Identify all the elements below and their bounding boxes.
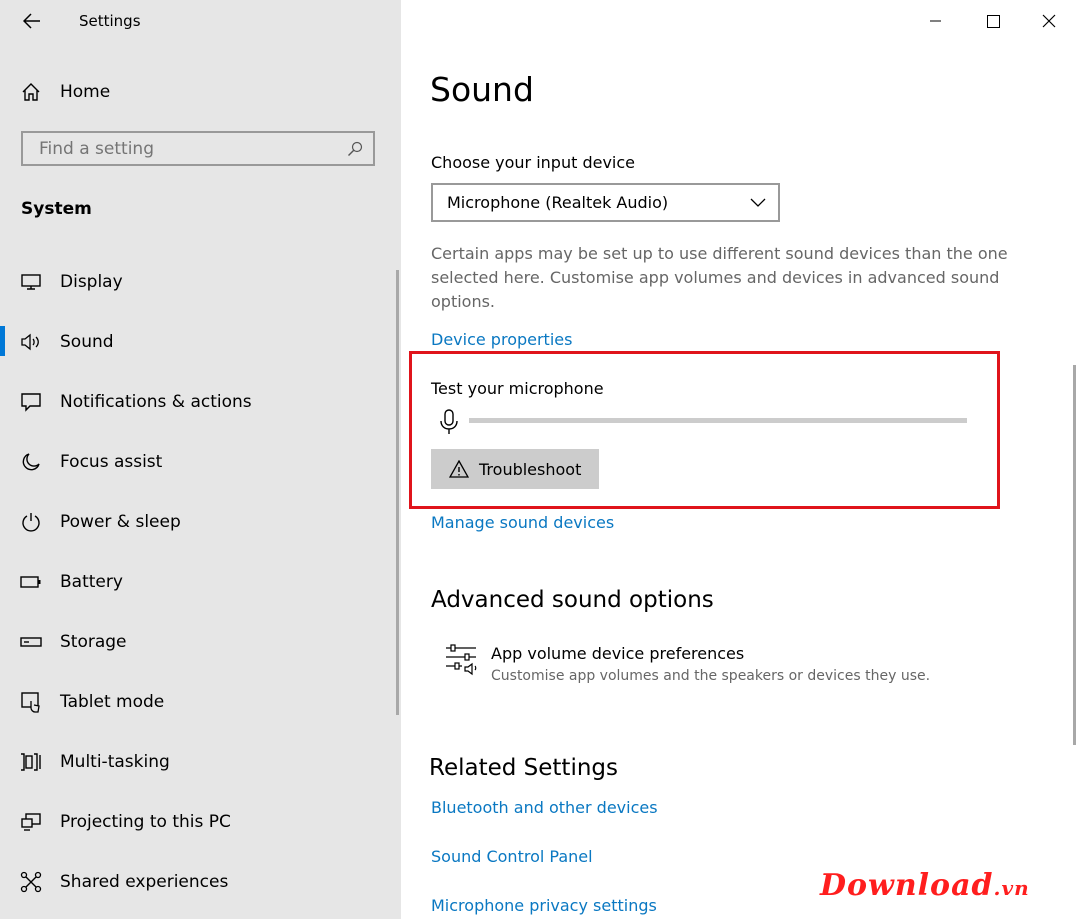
minimize-button[interactable] — [908, 0, 964, 42]
battery-icon — [20, 571, 42, 593]
sidebar-item-tablet-mode[interactable]: Tablet mode — [0, 682, 401, 722]
back-button[interactable] — [20, 10, 44, 32]
sidebar-item-power-sleep[interactable]: Power & sleep — [0, 502, 401, 542]
sidebar-item-projecting[interactable]: Projecting to this PC — [0, 802, 401, 842]
notification-icon — [20, 391, 42, 413]
input-device-description: Certain apps may be set up to use differ… — [431, 244, 1008, 311]
sidebar-item-battery[interactable]: Battery — [0, 562, 401, 602]
sidebar-item-display[interactable]: Display — [0, 262, 401, 302]
sidebar-scrollbar[interactable] — [396, 270, 399, 715]
sidebar-item-sound[interactable]: Sound — [0, 322, 401, 362]
sidebar-item-label: Tablet mode — [60, 692, 165, 712]
input-device-selected: Microphone (Realtek Audio) — [447, 193, 669, 212]
chevron-down-icon — [750, 198, 766, 207]
maximize-button[interactable] — [965, 0, 1021, 42]
search-box[interactable] — [21, 131, 375, 166]
sidebar-item-label: Home — [60, 82, 111, 102]
main-scrollbar[interactable] — [1073, 365, 1076, 745]
power-icon — [20, 511, 42, 533]
sidebar-item-label: Shared experiences — [60, 872, 229, 892]
sidebar: Settings Home System Display Sound Notif… — [0, 0, 401, 919]
app-volume-preferences-item[interactable]: App volume device preferences Customise … — [441, 640, 961, 690]
sidebar-item-label: Power & sleep — [60, 512, 181, 532]
sidebar-item-label: Battery — [60, 572, 123, 592]
sidebar-item-label: Display — [60, 272, 123, 292]
close-icon — [1042, 14, 1056, 28]
section-title: System — [21, 199, 92, 219]
device-properties-link[interactable]: Device properties — [431, 330, 572, 349]
sidebar-item-shared-experiences[interactable]: Shared experiences — [0, 862, 401, 902]
sidebar-item-label: Sound — [60, 332, 114, 352]
projecting-icon — [20, 811, 42, 833]
storage-icon — [20, 631, 42, 653]
app-title: Settings — [79, 12, 141, 30]
mixer-icon — [445, 644, 479, 680]
sidebar-item-label: Focus assist — [60, 452, 163, 472]
sidebar-item-focus-assist[interactable]: Focus assist — [0, 442, 401, 482]
sidebar-item-label: Storage — [60, 632, 127, 652]
sidebar-item-label: Notifications & actions — [60, 392, 252, 412]
speaker-icon — [20, 331, 42, 353]
watermark-logo: Download.vn — [820, 868, 1030, 903]
display-icon — [20, 271, 42, 293]
input-device-label: Choose your input device — [431, 153, 636, 172]
close-button[interactable] — [1021, 0, 1077, 42]
main-content: Sound Choose your input device Microphon… — [401, 0, 1080, 919]
sidebar-item-notifications[interactable]: Notifications & actions — [0, 382, 401, 422]
sidebar-item-label: Projecting to this PC — [60, 812, 231, 832]
search-icon[interactable] — [347, 141, 363, 157]
microphone-privacy-link[interactable]: Microphone privacy settings — [431, 896, 657, 915]
home-icon — [20, 81, 42, 103]
input-device-dropdown[interactable]: Microphone (Realtek Audio) — [431, 183, 780, 222]
related-settings-heading: Related Settings — [429, 755, 618, 781]
minimize-icon — [930, 20, 941, 22]
sidebar-item-label: Multi-tasking — [60, 752, 170, 772]
manage-sound-devices-link[interactable]: Manage sound devices — [431, 513, 614, 532]
moon-icon — [20, 451, 42, 473]
bluetooth-devices-link[interactable]: Bluetooth and other devices — [431, 798, 658, 817]
app-volume-description: Customise app volumes and the speakers o… — [491, 668, 931, 684]
tablet-mode-icon — [20, 691, 42, 713]
search-input[interactable] — [37, 137, 341, 160]
sound-control-panel-link[interactable]: Sound Control Panel — [431, 847, 593, 866]
page-title: Sound — [430, 70, 534, 109]
sidebar-item-multitasking[interactable]: Multi-tasking — [0, 742, 401, 782]
multitasking-icon — [20, 751, 42, 773]
shared-experiences-icon — [20, 871, 42, 893]
back-arrow-icon — [23, 13, 40, 29]
sidebar-item-home[interactable]: Home — [0, 72, 401, 112]
maximize-icon — [986, 14, 1000, 28]
sidebar-item-storage[interactable]: Storage — [0, 622, 401, 662]
app-volume-title: App volume device preferences — [491, 644, 745, 663]
advanced-sound-heading: Advanced sound options — [431, 587, 714, 613]
highlight-box — [409, 351, 1000, 509]
